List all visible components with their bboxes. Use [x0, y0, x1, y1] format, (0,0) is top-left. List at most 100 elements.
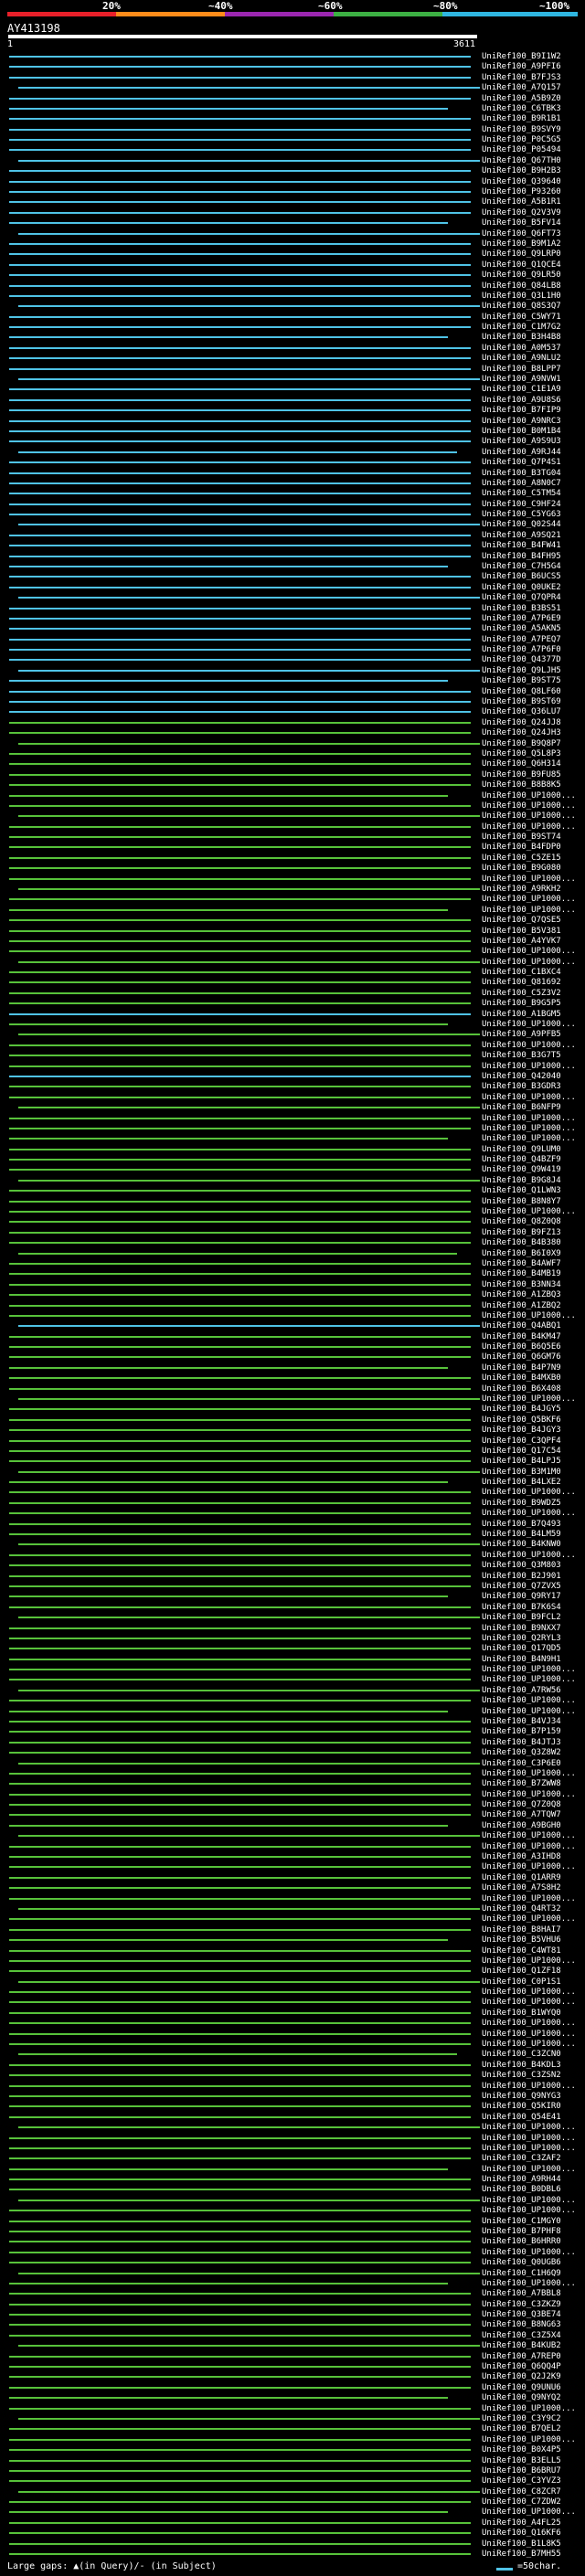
- alignment-line[interactable]: [9, 1346, 471, 1348]
- hit-label[interactable]: UniRef100_Q9LR50: [482, 270, 561, 281]
- alignment-line[interactable]: [9, 2366, 471, 2368]
- hit-label[interactable]: UniRef100_Q9W419: [482, 1165, 561, 1175]
- alignment-line[interactable]: [9, 1305, 471, 1307]
- hit-label[interactable]: UniRef100_A5B1R1: [482, 197, 561, 207]
- alignment-line[interactable]: [9, 2522, 471, 2524]
- hit-label[interactable]: UniRef100_B4FDP0: [482, 843, 561, 853]
- alignment-line[interactable]: [9, 2387, 471, 2389]
- alignment-line[interactable]: [9, 2470, 471, 2472]
- hit-label[interactable]: UniRef100_A7RW56: [482, 1686, 561, 1696]
- alignment-line[interactable]: [9, 1679, 471, 1680]
- hit-label[interactable]: UniRef100_UP1000...: [482, 1394, 576, 1405]
- alignment-line[interactable]: [18, 2200, 480, 2201]
- alignment-line[interactable]: [9, 1481, 448, 1483]
- alignment-line[interactable]: [9, 1773, 471, 1775]
- hit-label[interactable]: UniRef100_Q6FT73: [482, 229, 561, 239]
- hit-label[interactable]: UniRef100_B9FCL2: [482, 1613, 561, 1623]
- alignment-line[interactable]: [9, 691, 471, 693]
- hit-label[interactable]: UniRef100_UP1000...: [482, 1020, 576, 1030]
- alignment-line[interactable]: [9, 805, 471, 807]
- alignment-line[interactable]: [9, 368, 471, 370]
- hit-label[interactable]: UniRef100_Q1ARR9: [482, 1873, 561, 1883]
- hit-label[interactable]: UniRef100_UP1000...: [482, 2206, 576, 2216]
- alignment-line[interactable]: [9, 1939, 448, 1941]
- alignment-line[interactable]: [9, 2501, 471, 2503]
- alignment-line[interactable]: [9, 295, 471, 297]
- alignment-line[interactable]: [9, 1783, 471, 1785]
- hit-label[interactable]: UniRef100_B7QEL2: [482, 2424, 561, 2434]
- hit-label[interactable]: UniRef100_UP1000...: [482, 906, 576, 916]
- alignment-line[interactable]: [9, 1512, 471, 1514]
- alignment-line[interactable]: [9, 2043, 471, 2045]
- alignment-line[interactable]: [9, 2428, 471, 2430]
- alignment-line[interactable]: [18, 2418, 480, 2420]
- hit-label[interactable]: UniRef100_Q3BE74: [482, 2310, 561, 2320]
- hit-label[interactable]: UniRef100_B7FIP9: [482, 406, 561, 416]
- hit-label[interactable]: UniRef100_A7S8H2: [482, 1883, 561, 1893]
- alignment-line[interactable]: [9, 1065, 471, 1067]
- hit-label[interactable]: UniRef100_B9SVY9: [482, 125, 561, 135]
- alignment-line[interactable]: [9, 1502, 471, 1504]
- alignment-line[interactable]: [9, 940, 471, 942]
- alignment-line[interactable]: [9, 1336, 471, 1338]
- hit-label[interactable]: UniRef100_C1H6Q9: [482, 2269, 561, 2279]
- hit-label[interactable]: UniRef100_B4JTJ3: [482, 1738, 561, 1748]
- alignment-line[interactable]: [9, 2137, 471, 2139]
- alignment-line[interactable]: [9, 1086, 471, 1087]
- alignment-line[interactable]: [9, 836, 471, 838]
- hit-label[interactable]: UniRef100_Q36LU7: [482, 707, 561, 717]
- alignment-line[interactable]: [9, 867, 471, 869]
- hit-label[interactable]: UniRef100_B8NG63: [482, 2320, 561, 2330]
- alignment-line[interactable]: [18, 2345, 480, 2347]
- hit-label[interactable]: UniRef100_Q39640: [482, 177, 561, 187]
- hit-label[interactable]: UniRef100_Q1LWN3: [482, 1186, 561, 1196]
- alignment-line[interactable]: [9, 2105, 471, 2107]
- alignment-line[interactable]: [9, 430, 471, 432]
- hit-label[interactable]: UniRef100_B7ZWW8: [482, 1779, 561, 1789]
- alignment-line[interactable]: [9, 1887, 471, 1889]
- alignment-line[interactable]: [9, 504, 471, 505]
- alignment-line[interactable]: [9, 118, 471, 120]
- hit-label[interactable]: UniRef100_B6I0X9: [482, 1249, 561, 1259]
- alignment-line[interactable]: [9, 2033, 471, 2035]
- alignment-line[interactable]: [9, 2439, 471, 2441]
- hit-label[interactable]: UniRef100_Q9NYQ2: [482, 2393, 561, 2403]
- hit-label[interactable]: UniRef100_B3TG04: [482, 469, 561, 479]
- alignment-line[interactable]: [18, 2126, 480, 2128]
- hit-label[interactable]: UniRef100_B6BRU7: [482, 2466, 561, 2476]
- hit-label[interactable]: UniRef100_UP1000...: [482, 1062, 576, 1072]
- alignment-line[interactable]: [9, 2304, 471, 2306]
- alignment-line[interactable]: [9, 1284, 471, 1286]
- hit-label[interactable]: UniRef100_UP1000...: [482, 1041, 576, 1051]
- hit-label[interactable]: UniRef100_Q16KF6: [482, 2528, 561, 2539]
- hit-label[interactable]: UniRef100_B1WYQ0: [482, 2009, 561, 2019]
- alignment-line[interactable]: [9, 1918, 471, 1920]
- alignment-line[interactable]: [9, 992, 471, 994]
- alignment-line[interactable]: [9, 2178, 471, 2180]
- hit-label[interactable]: UniRef100_B9ST69: [482, 697, 561, 707]
- hit-label[interactable]: UniRef100_UP1000...: [482, 2196, 576, 2206]
- alignment-line[interactable]: [9, 201, 471, 203]
- alignment-line[interactable]: [18, 1180, 480, 1182]
- hit-label[interactable]: UniRef100_B5VHU6: [482, 1935, 561, 1945]
- alignment-line[interactable]: [9, 77, 471, 79]
- hit-label[interactable]: UniRef100_B8HAI7: [482, 1925, 561, 1935]
- hit-label[interactable]: UniRef100_B9H2B3: [482, 166, 561, 176]
- alignment-line[interactable]: [9, 701, 471, 703]
- hit-label[interactable]: UniRef100_Q2RYL3: [482, 1634, 561, 1644]
- hit-label[interactable]: UniRef100_UP1000...: [482, 2507, 576, 2518]
- hit-label[interactable]: UniRef100_UP1000...: [482, 1914, 576, 1924]
- hit-label[interactable]: UniRef100_UP1000...: [482, 947, 576, 957]
- alignment-line[interactable]: [9, 493, 471, 494]
- hit-label[interactable]: UniRef100_A9NRC3: [482, 417, 561, 427]
- hit-label[interactable]: UniRef100_A1ZBQ2: [482, 1301, 561, 1311]
- alignment-line[interactable]: [9, 1627, 471, 1629]
- hit-label[interactable]: UniRef100_Q6GM76: [482, 1352, 561, 1362]
- hit-label[interactable]: UniRef100_Q7ZVX5: [482, 1582, 561, 1592]
- hit-label[interactable]: UniRef100_B4AWF7: [482, 1259, 561, 1269]
- hit-label[interactable]: UniRef100_Q1ZF18: [482, 1966, 561, 1977]
- hit-label[interactable]: UniRef100_B0DBL6: [482, 2185, 561, 2195]
- hit-label[interactable]: UniRef100_Q8LF60: [482, 687, 561, 697]
- hit-label[interactable]: UniRef100_Q84LB8: [482, 281, 561, 292]
- hit-label[interactable]: UniRef100_B4JGY3: [482, 1426, 561, 1436]
